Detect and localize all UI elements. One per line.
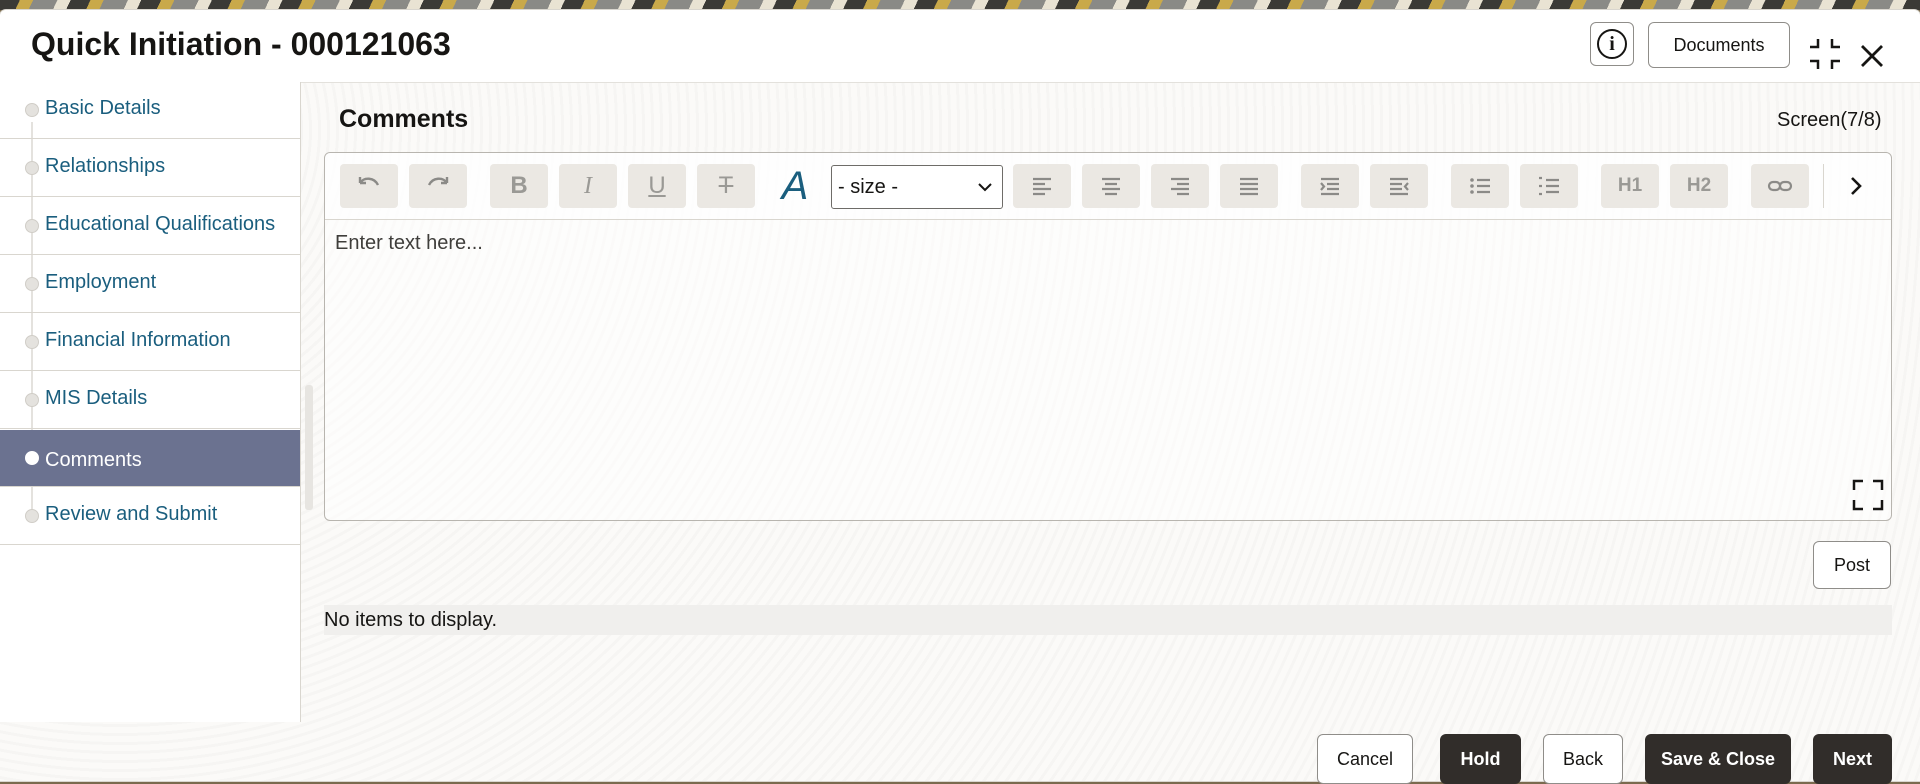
italic-icon: I (584, 172, 592, 199)
indent-button[interactable] (1301, 164, 1359, 208)
sidebar-item-label: MIS Details (45, 387, 148, 409)
toolbar-divider (1823, 164, 1824, 208)
sidebar-item-label: Basic Details (45, 97, 161, 119)
bullet-list-button[interactable] (1451, 164, 1509, 208)
strikethrough-icon: T (718, 172, 734, 199)
sidebar-item-mis-details[interactable]: MIS Details (0, 372, 300, 429)
underline-icon: U (648, 172, 666, 199)
link-button[interactable] (1751, 164, 1809, 208)
indent-icon (1320, 177, 1339, 196)
sidebar-item-label: Relationships (45, 155, 166, 177)
strikethrough-button[interactable]: T (697, 164, 755, 208)
sidebar-item-label: Employment (45, 271, 157, 293)
undo-button[interactable] (340, 164, 398, 208)
background-pattern-strip (0, 0, 1920, 10)
step-dot-icon (25, 509, 39, 523)
collapse-icon[interactable] (1808, 37, 1842, 71)
step-dot-icon (25, 161, 39, 175)
close-icon[interactable] (1858, 42, 1886, 70)
save-close-button[interactable]: Save & Close (1645, 734, 1791, 784)
underline-button[interactable]: U (628, 164, 686, 208)
sidebar-item-basic-details[interactable]: Basic Details (0, 82, 300, 139)
sidebar-item-comments[interactable]: Comments (0, 430, 300, 487)
step-dot-icon (25, 393, 39, 407)
font-size-value: - size - (838, 175, 898, 198)
rich-text-editor: B I U T A - size - H1 H2 Enter text here… (324, 152, 1892, 521)
fullscreen-icon[interactable] (1851, 478, 1885, 512)
align-center-button[interactable] (1082, 164, 1140, 208)
quick-initiation-dialog: Quick Initiation - 000121063 i Documents… (0, 10, 1920, 784)
font-style-button[interactable]: A (766, 164, 824, 208)
train-stop-sidebar: Basic Details Relationships Educational … (0, 82, 301, 722)
italic-button[interactable]: I (559, 164, 617, 208)
font-size-select[interactable]: - size - (831, 165, 1003, 209)
heading1-button[interactable]: H1 (1601, 164, 1659, 208)
sidebar-item-label: Review and Submit (45, 503, 218, 525)
align-left-icon (1033, 177, 1051, 196)
page-title: Quick Initiation - 000121063 (31, 26, 451, 62)
align-center-icon (1102, 177, 1120, 196)
chevron-down-icon (978, 183, 992, 192)
sidebar-item-educational-qualifications[interactable]: Educational Qualifications (0, 198, 300, 255)
back-button[interactable]: Back (1543, 734, 1623, 784)
sidebar-item-financial-information[interactable]: Financial Information (0, 314, 300, 371)
next-button[interactable]: Next (1813, 734, 1892, 784)
redo-button[interactable] (409, 164, 467, 208)
numbered-list-button[interactable] (1520, 164, 1578, 208)
dialog-header: Quick Initiation - 000121063 i Documents (0, 10, 1920, 83)
outdent-button[interactable] (1370, 164, 1428, 208)
undo-icon (358, 177, 380, 186)
step-dot-icon (25, 277, 39, 291)
bold-button[interactable]: B (490, 164, 548, 208)
sidebar-item-relationships[interactable]: Relationships (0, 140, 300, 197)
align-left-button[interactable] (1013, 164, 1071, 208)
align-right-icon (1171, 177, 1189, 196)
chevron-right-icon[interactable] (1843, 173, 1869, 199)
align-right-button[interactable] (1151, 164, 1209, 208)
editor-toolbar: B I U T A - size - H1 H2 (325, 153, 1891, 220)
hold-button[interactable]: Hold (1440, 734, 1521, 784)
heading2-button[interactable]: H2 (1670, 164, 1728, 208)
post-button[interactable]: Post (1813, 541, 1891, 589)
outdent-icon (1390, 177, 1409, 196)
numbered-list-icon (1539, 176, 1559, 196)
sidebar-item-employment[interactable]: Employment (0, 256, 300, 313)
sidebar-item-label: Comments (45, 449, 142, 471)
sidebar-scrollbar[interactable] (305, 385, 313, 510)
heading2-icon: H2 (1686, 175, 1712, 196)
bold-icon: B (510, 172, 528, 199)
documents-button[interactable]: Documents (1648, 22, 1790, 68)
justify-button[interactable] (1220, 164, 1278, 208)
info-button[interactable]: i (1590, 22, 1634, 66)
bullet-list-icon (1470, 178, 1490, 194)
step-dot-icon (25, 103, 39, 117)
sidebar-item-label: Educational Qualifications (45, 213, 276, 235)
heading1-icon: H1 (1617, 175, 1643, 196)
comments-empty-message: No items to display. (324, 605, 1892, 635)
redo-icon (427, 177, 449, 186)
justify-icon (1240, 177, 1258, 196)
link-icon (1767, 180, 1793, 192)
sidebar-item-review-and-submit[interactable]: Review and Submit (0, 488, 300, 545)
sidebar-item-label: Financial Information (45, 329, 231, 351)
step-dot-icon (25, 335, 39, 349)
editor-text-area[interactable]: Enter text here... (335, 232, 483, 255)
font-icon: A (781, 163, 809, 208)
step-dot-icon (25, 219, 39, 233)
info-icon: i (1597, 29, 1627, 59)
section-title: Comments (339, 105, 469, 133)
screen-counter: Screen(7/8) (1777, 109, 1882, 131)
step-dot-icon (25, 451, 39, 465)
cancel-button[interactable]: Cancel (1317, 734, 1413, 784)
